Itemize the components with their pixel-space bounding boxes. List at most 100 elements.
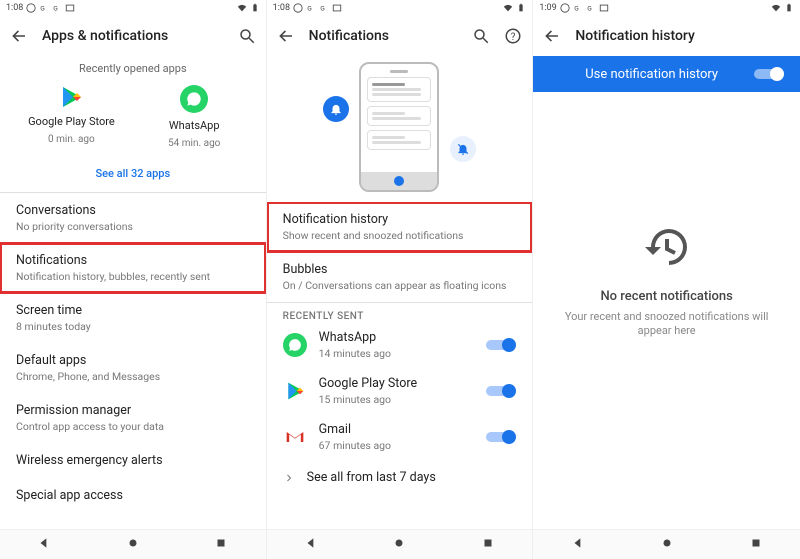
whatsapp-icon [560, 3, 570, 13]
phone-illustration [359, 62, 439, 192]
whatsapp-icon [26, 3, 36, 13]
toggle-switch[interactable] [754, 66, 784, 82]
empty-state: No recent notifications Your recent and … [533, 92, 800, 529]
whatsapp-icon [283, 333, 307, 357]
item-title: Bubbles [283, 262, 517, 277]
nav-back-icon[interactable] [37, 535, 51, 554]
page-title: Notification history [575, 28, 790, 44]
status-time: 1:08 [6, 3, 23, 13]
settings-list: Notification history Show recent and sno… [267, 202, 533, 529]
screen-apps-notifications: 1:08 G G Apps & notifications Recently o… [0, 0, 267, 559]
nav-bar [0, 529, 266, 559]
nav-back-icon[interactable] [304, 535, 318, 554]
svg-text:G: G [54, 5, 59, 13]
empty-sub: Your recent and snoozed notifications wi… [553, 310, 780, 339]
status-bar: 1:09 G G [533, 0, 800, 16]
item-title: Notification history [283, 212, 517, 227]
search-icon[interactable] [472, 27, 490, 45]
bell-off-badge-icon [450, 136, 476, 162]
app-bar: Notification history [533, 16, 800, 56]
item-conversations[interactable]: Conversations No priority conversations [0, 193, 266, 243]
image-icon [65, 3, 75, 13]
nav-back-icon[interactable] [571, 535, 585, 554]
item-title: Default apps [16, 353, 250, 368]
nav-recent-icon[interactable] [214, 535, 228, 554]
item-sub: Show recent and snoozed notifications [283, 229, 517, 242]
history-icon [643, 223, 691, 289]
recent-whatsapp[interactable]: WhatsApp 14 minutes ago [267, 322, 533, 368]
empty-title: No recent notifications [600, 289, 732, 304]
item-title: Screen time [16, 303, 250, 318]
play-store-icon [59, 85, 83, 109]
wifi-icon [503, 3, 513, 13]
recent-apps: Google Play Store 0 min. ago WhatsApp 54… [0, 85, 266, 159]
app-name: Gmail [319, 422, 475, 437]
play-store-icon [283, 379, 307, 403]
wifi-icon [771, 3, 781, 13]
search-icon[interactable] [238, 27, 256, 45]
item-notification-history[interactable]: Notification history Show recent and sno… [267, 202, 533, 252]
recent-app-play-store[interactable]: Google Play Store 0 min. ago [16, 85, 126, 149]
app-name: Google Play Store [28, 115, 115, 128]
google-icon: G [319, 3, 329, 13]
item-screen-time[interactable]: Screen time 8 minutes today [0, 293, 266, 343]
app-name: WhatsApp [169, 119, 220, 132]
whatsapp-icon [293, 3, 303, 13]
nav-home-icon[interactable] [392, 535, 406, 554]
svg-text:G: G [587, 5, 592, 13]
svg-text:G: G [320, 5, 325, 13]
app-time: 15 minutes ago [319, 393, 475, 406]
nav-recent-icon[interactable] [749, 535, 763, 554]
toggle-switch[interactable] [486, 383, 516, 399]
whatsapp-icon [180, 85, 208, 113]
google-icon: G [306, 3, 316, 13]
status-bar: 1:08 G G [0, 0, 266, 16]
nav-home-icon[interactable] [126, 535, 140, 554]
battery-icon [250, 3, 260, 13]
toggle-switch[interactable] [486, 337, 516, 353]
recently-opened-label: Recently opened apps [0, 56, 266, 85]
item-notifications[interactable]: Notifications Notification history, bubb… [0, 243, 266, 293]
page-title: Apps & notifications [42, 28, 224, 44]
banner-label: Use notification history [549, 67, 754, 82]
item-title: Notifications [16, 253, 250, 268]
item-title: Conversations [16, 203, 250, 218]
app-time: 54 min. ago [168, 138, 220, 149]
gmail-icon [283, 425, 307, 449]
see-all-apps-link[interactable]: See all 32 apps [0, 159, 266, 192]
help-icon[interactable]: ? [504, 27, 522, 45]
item-bubbles[interactable]: Bubbles On / Conversations can appear as… [267, 252, 533, 302]
item-permission-manager[interactable]: Permission manager Control app access to… [0, 393, 266, 443]
item-special-app-access[interactable]: Special app access [0, 478, 266, 513]
nav-recent-icon[interactable] [481, 535, 495, 554]
item-sub: On / Conversations can appear as floatin… [283, 279, 517, 292]
toggle-switch[interactable] [486, 429, 516, 445]
item-sub: Chrome, Phone, and Messages [16, 370, 250, 383]
screen-notification-history: 1:09 G G Notification history Use notifi… [533, 0, 800, 559]
recent-gmail[interactable]: Gmail 67 minutes ago [267, 414, 533, 460]
battery-icon [784, 3, 794, 13]
settings-list: Conversations No priority conversations … [0, 193, 266, 529]
google-icon: G [52, 3, 62, 13]
see-all-recent-link[interactable]: See all from last 7 days [267, 460, 533, 495]
back-icon[interactable] [10, 27, 28, 45]
app-name: WhatsApp [319, 330, 475, 345]
item-default-apps[interactable]: Default apps Chrome, Phone, and Messages [0, 343, 266, 393]
image-icon [599, 3, 609, 13]
item-title: Permission manager [16, 403, 250, 418]
nav-home-icon[interactable] [660, 535, 674, 554]
bell-badge-icon [323, 96, 349, 122]
google-icon: G [39, 3, 49, 13]
recent-app-whatsapp[interactable]: WhatsApp 54 min. ago [139, 85, 249, 149]
back-icon[interactable] [277, 27, 295, 45]
svg-text:G: G [574, 5, 579, 13]
back-icon[interactable] [543, 27, 561, 45]
item-title: Special app access [16, 488, 250, 503]
use-history-banner[interactable]: Use notification history [533, 56, 800, 92]
app-time: 0 min. ago [48, 134, 95, 145]
item-wireless-alerts[interactable]: Wireless emergency alerts [0, 443, 266, 478]
item-sub: Notification history, bubbles, recently … [16, 270, 250, 283]
recent-play-store[interactable]: Google Play Store 15 minutes ago [267, 368, 533, 414]
svg-text:?: ? [511, 32, 516, 43]
app-bar: Apps & notifications [0, 16, 266, 56]
